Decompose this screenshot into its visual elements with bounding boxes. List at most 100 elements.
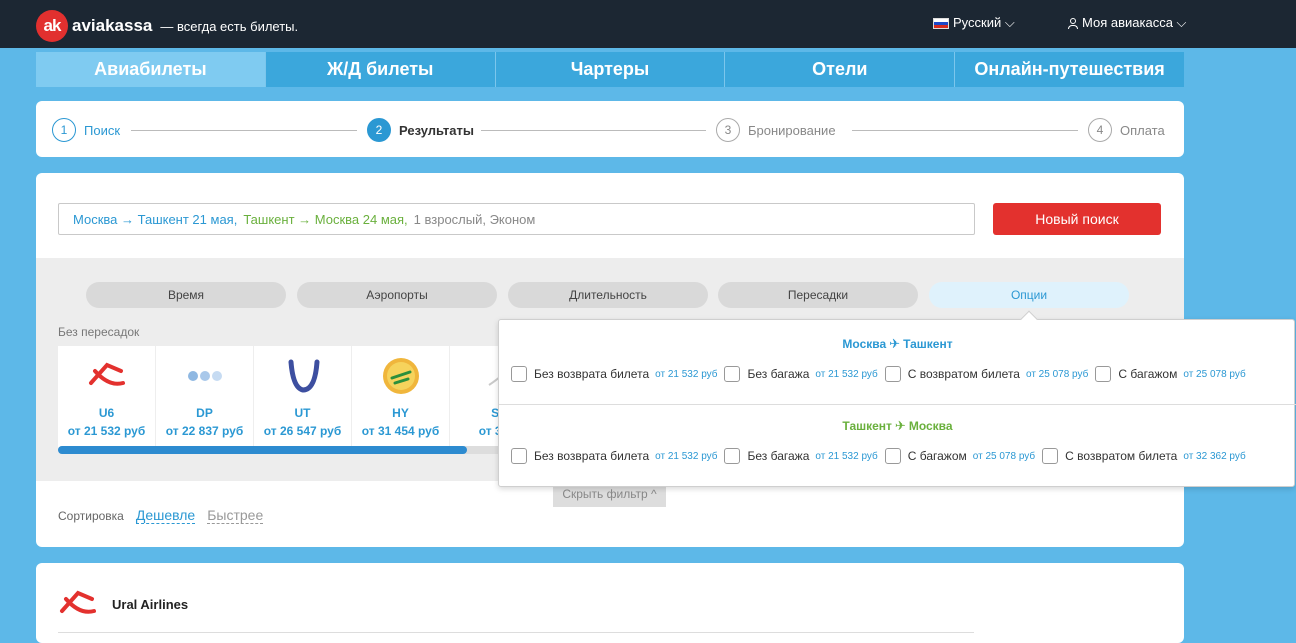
tab-trains[interactable]: Ж/Д билеты bbox=[265, 52, 496, 87]
checkbox[interactable] bbox=[1042, 448, 1059, 464]
checkbox[interactable] bbox=[724, 366, 741, 382]
options-popup: Москва ✈ Ташкент Без возврата билета от 21 … bbox=[498, 310, 1296, 487]
query-passengers: 1 взрослый, Эконом bbox=[413, 211, 536, 227]
airline-code: HY bbox=[392, 406, 409, 420]
step-label: Поиск bbox=[84, 122, 121, 138]
logo[interactable]: ak aviakassa — всегда есть билеты. bbox=[36, 10, 298, 42]
step-label: Оплата bbox=[1120, 122, 1165, 138]
search-query-field[interactable]: Москва → Ташкент 21 мая, Ташкент → Москв… bbox=[58, 203, 975, 235]
option-return-no-baggage[interactable]: Без багажа от 21 532 руб bbox=[724, 448, 878, 464]
no-stops-label: Без пересадок bbox=[58, 325, 140, 339]
sort-cheaper-link[interactable]: Дешевле bbox=[135, 507, 196, 524]
option-price: от 21 532 руб bbox=[815, 450, 878, 462]
step-divider bbox=[131, 130, 357, 131]
airline-price: от 22 837 руб bbox=[165, 424, 244, 438]
tab-online-travel[interactable]: Онлайн-путешествия bbox=[955, 52, 1184, 87]
option-label: Без багажа bbox=[747, 449, 810, 463]
option-outbound-baggage[interactable]: С багажом от 25 078 руб bbox=[1095, 366, 1246, 382]
checkbox[interactable] bbox=[884, 366, 901, 382]
option-price: от 25 078 руб bbox=[1183, 368, 1246, 380]
route-from: Ташкент bbox=[842, 419, 892, 433]
option-label: С багажом bbox=[1118, 367, 1178, 381]
tab-hotels[interactable]: Отели bbox=[725, 52, 956, 87]
option-label: С возвратом билета bbox=[907, 367, 1020, 381]
russian-flag-icon bbox=[933, 17, 949, 29]
step-number: 1 bbox=[52, 118, 76, 142]
language-label: Русский ⌵ bbox=[953, 15, 1015, 30]
step-divider bbox=[481, 130, 706, 131]
option-price: от 21 532 руб bbox=[655, 450, 718, 462]
step-number: 4 bbox=[1088, 118, 1112, 142]
airline-card-dp[interactable]: DP от 22 837 руб bbox=[156, 346, 254, 452]
language-selector[interactable]: Русский ⌵ bbox=[933, 15, 1015, 31]
ural-airlines-logo-icon bbox=[87, 356, 127, 396]
airline-price: от 31 454 руб bbox=[361, 424, 440, 438]
plane-icon: ✈ bbox=[889, 336, 901, 351]
option-outbound-no-baggage[interactable]: Без багажа от 21 532 руб bbox=[724, 366, 878, 382]
airline-name: Ural Airlines bbox=[112, 597, 189, 612]
option-price: от 25 078 руб bbox=[972, 450, 1036, 462]
sorting-bar: Сортировка Дешевле Быстрее bbox=[58, 507, 264, 524]
filter-tab-airports[interactable]: Аэропорты bbox=[297, 282, 497, 308]
filter-tab-transfers[interactable]: Пересадки bbox=[718, 282, 918, 308]
step-payment: 4 Оплата bbox=[1088, 118, 1165, 142]
option-price: от 21 532 руб bbox=[655, 368, 718, 380]
option-label: Без багажа bbox=[747, 367, 810, 381]
checkbox[interactable] bbox=[1095, 366, 1112, 382]
filter-tab-options[interactable]: Опции bbox=[929, 282, 1129, 308]
checkbox[interactable] bbox=[511, 448, 527, 464]
step-search[interactable]: 1 Поиск bbox=[52, 118, 120, 142]
option-price: от 32 362 руб bbox=[1183, 450, 1246, 462]
return-options: Без возврата билета от 21 532 руб Без баг… bbox=[511, 448, 1253, 464]
booking-steps: 1 Поиск 2 Результаты 3 Бронирование 4 Оп… bbox=[36, 101, 1184, 157]
main-nav: Авиабилеты Ж/Д билеты Чартеры Отели Онла… bbox=[36, 52, 1184, 87]
airline-scrollbar-thumb[interactable] bbox=[58, 446, 467, 454]
step-booking: 3 Бронирование bbox=[716, 118, 836, 142]
option-label: Без возврата билета bbox=[534, 367, 650, 381]
option-outbound-no-refund[interactable]: Без возврата билета от 21 532 руб bbox=[511, 366, 717, 382]
utair-logo-icon bbox=[283, 356, 323, 396]
option-return-refundable[interactable]: С возвратом билета от 32 362 руб bbox=[1042, 448, 1246, 464]
option-label: С возвратом билета bbox=[1065, 449, 1178, 463]
option-outbound-refundable[interactable]: С возвратом билета от 25 078 руб bbox=[884, 366, 1089, 382]
tab-charters[interactable]: Чартеры bbox=[495, 52, 726, 87]
query-leg-outbound: Москва → Ташкент 21 мая, bbox=[73, 211, 238, 227]
tab-flights[interactable]: Авиабилеты bbox=[36, 52, 266, 87]
step-label: Результаты bbox=[399, 122, 474, 138]
option-label: С багажом bbox=[907, 449, 967, 463]
logo-mark: ak bbox=[36, 10, 68, 42]
checkbox[interactable] bbox=[511, 366, 527, 382]
popup-divider bbox=[499, 404, 1296, 405]
airline-carousel: U6 от 21 532 руб DP от 22 837 руб UT от … bbox=[58, 346, 528, 452]
option-return-no-refund[interactable]: Без возврата билета от 21 532 руб bbox=[511, 448, 717, 464]
option-label: Без возврата билета bbox=[534, 449, 650, 463]
new-search-button[interactable]: Новый поиск bbox=[993, 203, 1161, 235]
airline-price: от 21 532 руб bbox=[67, 424, 146, 438]
flight-result-card[interactable]: Ural Airlines bbox=[36, 563, 1184, 643]
option-price: от 21 532 руб bbox=[815, 368, 878, 380]
filter-tab-duration[interactable]: Длительность bbox=[508, 282, 708, 308]
pobeda-logo-icon bbox=[185, 356, 225, 396]
plane-icon: ✈ bbox=[894, 418, 906, 433]
checkbox[interactable] bbox=[884, 448, 901, 464]
filter-tab-time[interactable]: Время bbox=[86, 282, 286, 308]
account-label: Моя авиакасса ⌵ bbox=[1082, 15, 1187, 30]
checkbox[interactable] bbox=[724, 448, 741, 464]
option-price: от 25 078 руб bbox=[1025, 368, 1089, 380]
airline-card-hy[interactable]: HY от 31 454 руб bbox=[352, 346, 450, 452]
airline-scrollbar[interactable] bbox=[58, 446, 528, 454]
route-title-outbound: Москва ✈ Ташкент bbox=[499, 336, 1296, 352]
airline-card-u6[interactable]: U6 от 21 532 руб bbox=[58, 346, 156, 452]
sort-faster-link[interactable]: Быстрее bbox=[207, 507, 264, 524]
logo-text: aviakassa bbox=[72, 16, 153, 35]
route-title-return: Ташкент ✈ Москва bbox=[499, 418, 1296, 434]
airline-code: DP bbox=[196, 406, 213, 420]
sorting-label: Сортировка bbox=[58, 509, 124, 523]
uzbekistan-airways-logo-icon bbox=[381, 356, 421, 396]
user-icon bbox=[1068, 17, 1078, 29]
option-return-baggage[interactable]: С багажом от 25 078 руб bbox=[884, 448, 1036, 464]
airline-card-ut[interactable]: UT от 26 547 руб bbox=[254, 346, 352, 452]
account-menu[interactable]: Моя авиакасса ⌵ bbox=[1068, 15, 1186, 31]
outbound-options: Без возврата билета от 21 532 руб Без баг… bbox=[511, 366, 1253, 382]
slogan: — всегда есть билеты. bbox=[160, 18, 299, 34]
